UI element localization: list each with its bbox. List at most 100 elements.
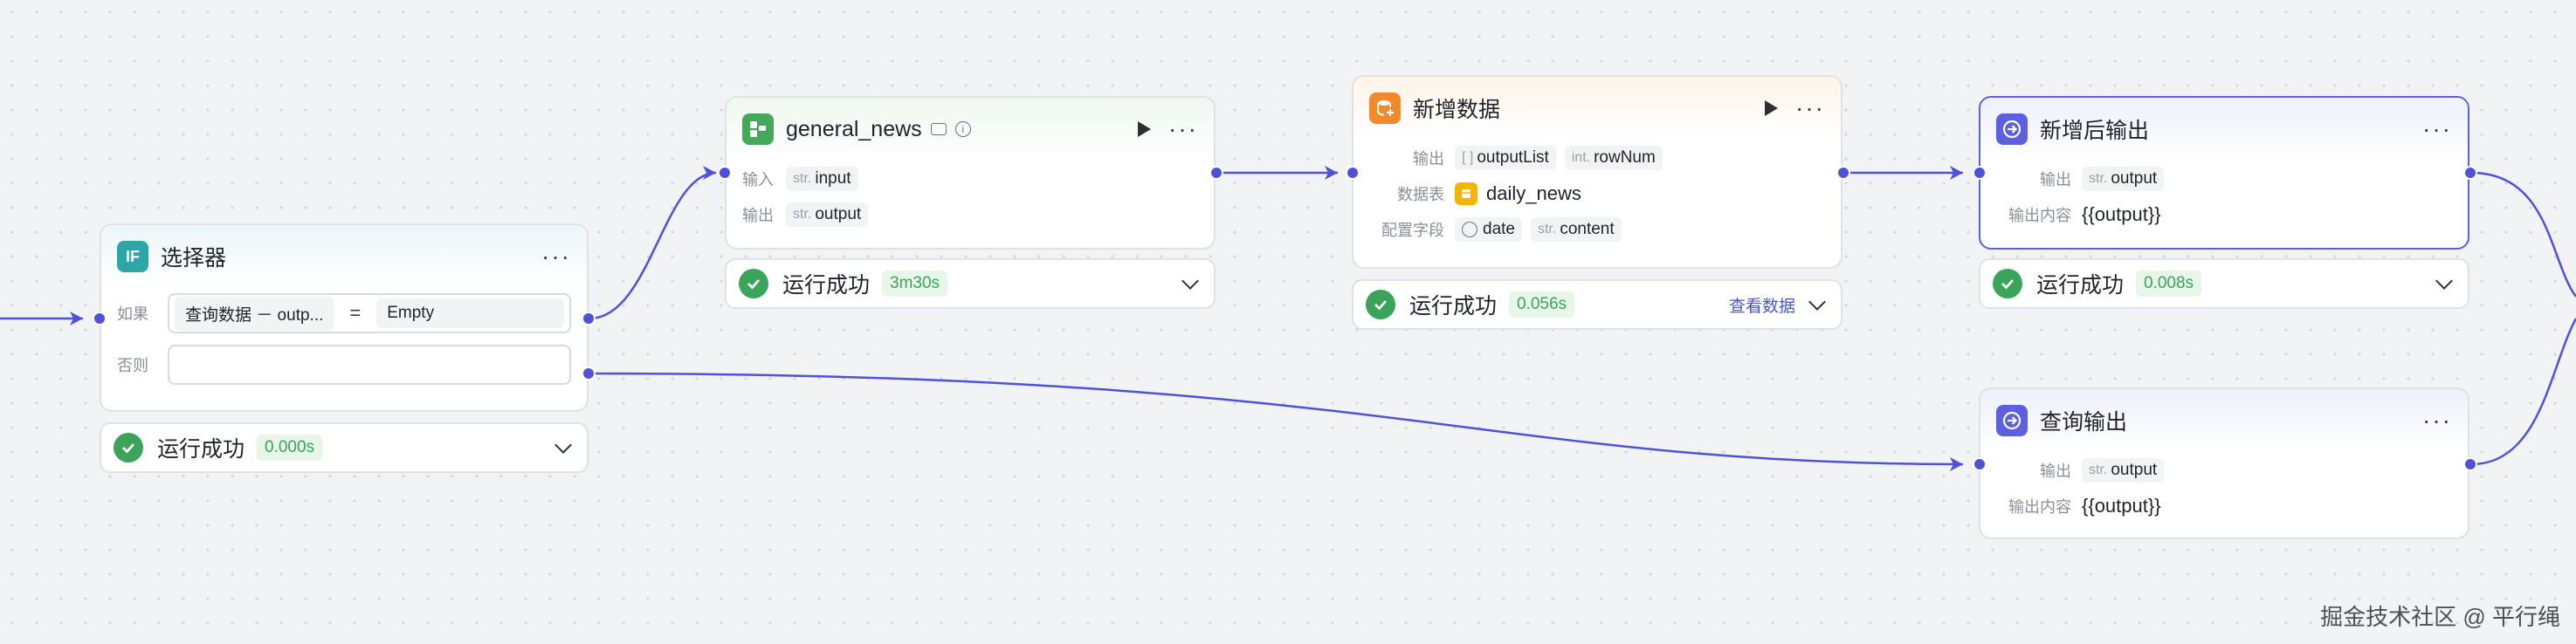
selector-else-port[interactable] [582,367,596,380]
else-condition[interactable] [168,345,571,385]
more-icon[interactable]: ··· [2422,408,2452,433]
if-operator: = [349,302,362,324]
table-name[interactable]: daily_news [1486,182,1581,205]
general-news-status-bar[interactable]: 运行成功 3m30s [725,258,1216,309]
run-play-icon[interactable] [1765,100,1779,116]
output-row: 输出 str. output [727,196,1214,232]
add-data-header[interactable]: 新增数据 ··· [1353,77,1841,140]
query-output-input-port[interactable] [1973,457,1987,471]
selector-node[interactable]: IF 选择器 ··· 如果 查询数据 － outp... = Empty 否则 [100,223,589,412]
output-label: 输出 [2040,462,2071,480]
if-right-operand[interactable]: Empty [376,298,564,328]
if-condition[interactable]: 查询数据 － outp... = Empty [168,293,571,333]
output-label: 输出 [742,206,774,224]
input-param-tag: str. input [786,166,858,191]
if-left-operand[interactable]: 查询数据 － outp... [175,296,334,331]
chevron-down-icon[interactable] [554,436,572,454]
content-value: {{output}} [2082,202,2161,225]
output-param-tag: str. output [2082,166,2165,191]
success-check-icon [1993,269,2022,298]
output-row: 输出 [ ] outputList int. rowNum [1353,140,1841,175]
more-icon[interactable]: ··· [1168,117,1198,141]
after-add-output-node[interactable]: 新增后输出 ··· 输出 str. output 输出内容 {{output}} [1979,96,2469,250]
edge-selector-else-to-query-output [589,372,1964,466]
add-data-status-bar[interactable]: 运行成功 0.056s 查看数据 [1352,279,1842,330]
content-label: 输出内容 [2008,206,2071,224]
else-label: 否则 [117,357,148,374]
run-play-icon[interactable] [1138,121,1152,137]
chevron-down-icon[interactable] [2435,272,2453,290]
success-check-icon [114,433,143,462]
else-row: 否则 [101,339,587,391]
selector-status-bar[interactable]: 运行成功 0.000s [100,422,589,473]
query-output-node[interactable]: 查询输出 ··· 输出 str. output 输出内容 {{output}} [1979,387,2469,539]
status-text: 运行成功 [782,273,871,298]
status-text: 运行成功 [2036,273,2125,298]
edge-query-output-out [2470,318,2576,466]
content-label: 输出内容 [2008,497,2071,516]
table-label: 数据表 [1397,185,1444,203]
output-param-tag: str. output [786,202,869,227]
query-output-header[interactable]: 查询输出 ··· [1980,389,2468,452]
status-text: 运行成功 [1409,294,1498,319]
general-news-header[interactable]: general_news i ··· [727,98,1214,161]
info-icon[interactable]: i [954,121,971,137]
general-news-title: general_news [786,116,922,141]
duration-badge: 0.000s [257,435,323,461]
content-value: {{output}} [2082,494,2161,517]
chevron-down-icon[interactable] [1808,293,1826,311]
content-field-tag: str. content [1530,216,1622,242]
output-row: 输出 str. output [1980,161,2468,196]
after-add-output-status-bar[interactable]: 运行成功 0.008s [1979,258,2469,309]
after-add-output-title: 新增后输出 [2040,119,2150,143]
output-label: 输出 [2040,170,2071,188]
duration-badge: 0.056s [1509,291,1575,318]
duration-badge: 3m30s [882,271,948,297]
database-add-icon [1369,92,1401,124]
add-data-output-port[interactable] [1836,166,1850,180]
add-data-title: 新增数据 [1413,98,1501,122]
edge-after-output-out [2470,171,2576,298]
output-row: 输出 str. output [1980,452,2468,488]
workflow-icon [742,113,774,145]
output-label: 输出 [1413,149,1444,168]
chevron-down-icon[interactable] [1181,272,1199,290]
general-news-output-port[interactable] [1209,166,1223,180]
success-check-icon [1366,290,1395,319]
success-check-icon [739,269,768,298]
selector-title: 选择器 [161,246,227,271]
duration-badge: 0.008s [2136,271,2202,297]
general-news-input-port[interactable] [718,166,732,180]
if-label: 如果 [117,305,148,323]
fields-row: 配置字段 date str. content [1353,211,1841,247]
input-row: 输入 str. input [727,161,1214,196]
fields-label: 配置字段 [1381,221,1444,239]
row-num-tag: int. rowNum [1564,145,1663,170]
add-data-input-port[interactable] [1346,166,1360,180]
selector-if-port[interactable] [582,312,596,325]
after-add-output-header[interactable]: 新增后输出 ··· [1980,98,2468,161]
input-label: 输入 [742,170,774,188]
status-text: 运行成功 [157,437,245,462]
edge-selector-if-to-general-news [589,171,717,320]
after-add-output-input-port[interactable] [1973,166,1987,180]
more-icon[interactable]: ··· [1795,96,1825,120]
clock-icon [1462,221,1477,237]
after-add-output-output-port[interactable] [2463,166,2477,180]
output-icon [1996,113,2028,145]
content-row: 输出内容 {{output}} [1980,488,2468,524]
view-data-link[interactable]: 查看数据 [1729,293,1795,317]
add-data-node[interactable]: 新增数据 ··· 输出 [ ] outputList int. rowNum 数据表… [1352,75,1842,269]
date-field-tag: date [1455,216,1522,242]
query-output-output-port[interactable] [2463,457,2477,471]
if-icon: IF [117,241,148,272]
selector-input-port[interactable] [93,312,107,325]
output-icon [1996,405,2028,436]
more-icon[interactable]: ··· [541,244,571,269]
selector-header[interactable]: IF 选择器 ··· [101,225,587,288]
general-news-node[interactable]: general_news i ··· 输入 str. input 输出 str. o… [725,96,1216,250]
watermark: 掘金技术社区 @ 平行绳 [2320,604,2560,630]
database-icon [930,123,947,135]
more-icon[interactable]: ··· [2422,117,2452,141]
query-output-title: 查询输出 [2040,410,2128,435]
